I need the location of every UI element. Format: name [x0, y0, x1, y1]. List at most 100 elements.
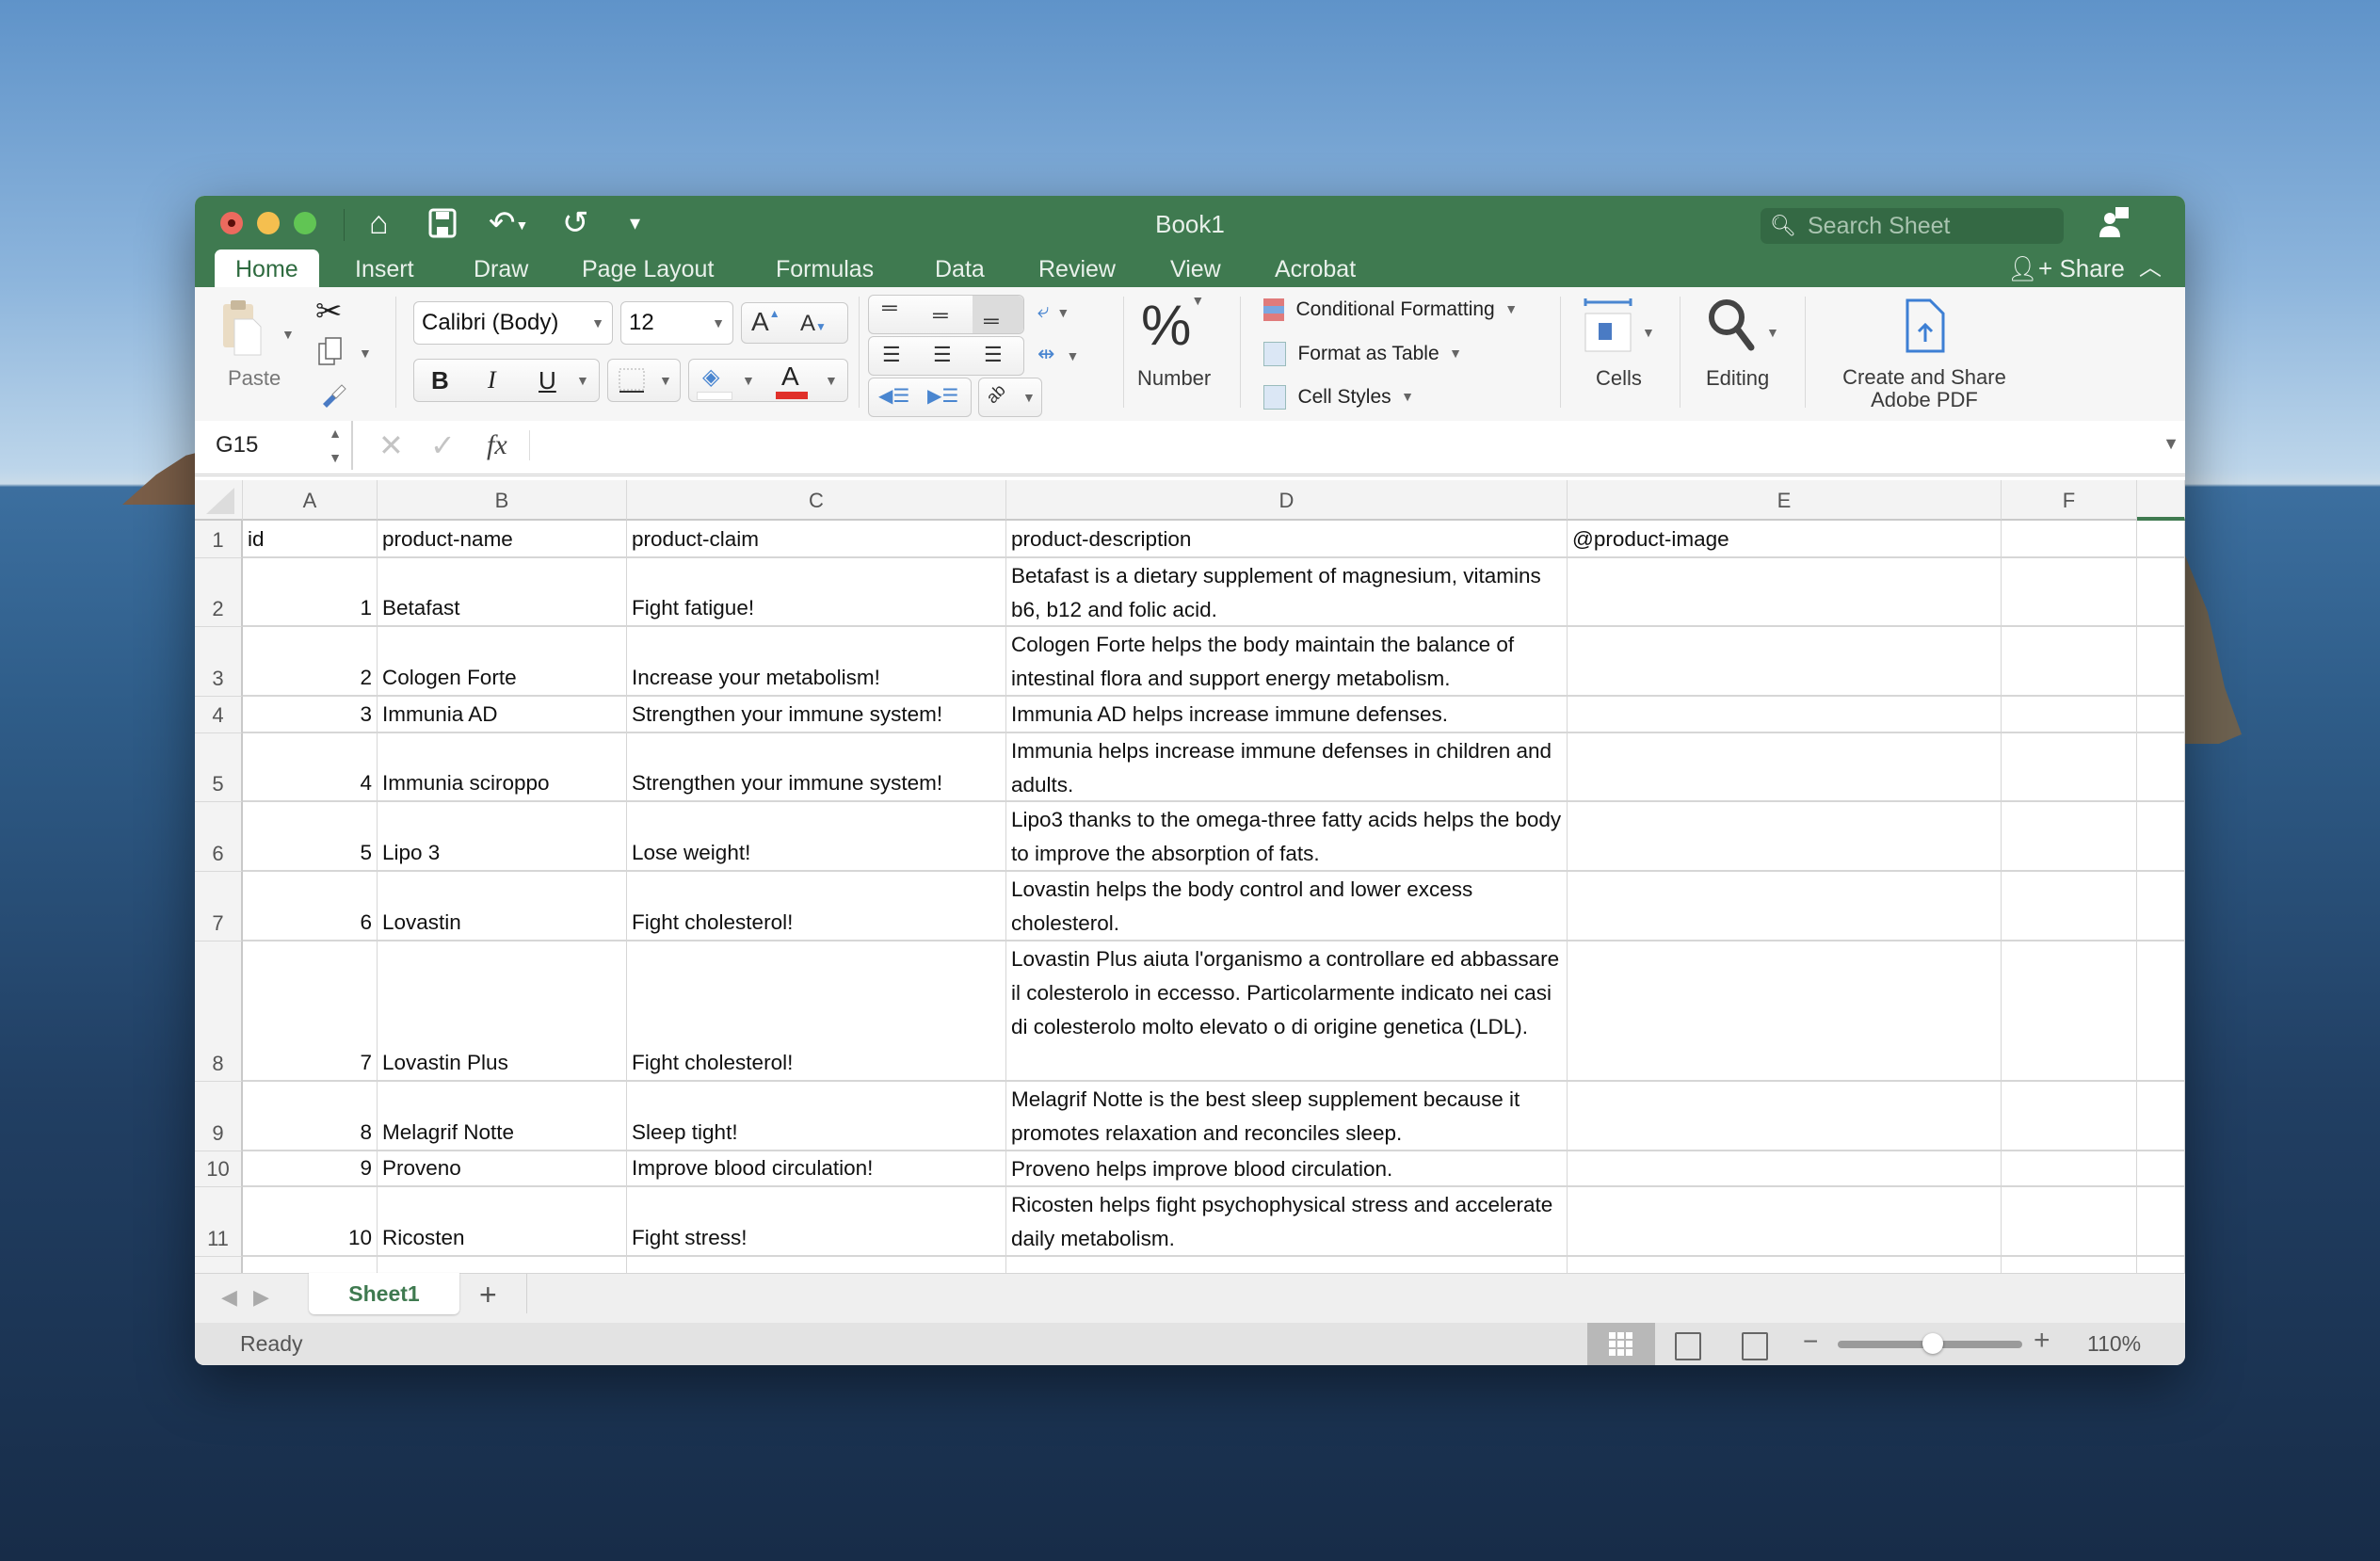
italic-button[interactable]: I: [488, 366, 496, 394]
row-header-6[interactable]: 6: [195, 802, 243, 872]
decrease-indent-button[interactable]: ◀☰: [878, 384, 909, 408]
header-cell[interactable]: id: [243, 521, 378, 558]
cell-claim[interactable]: Fight cholesterol!: [627, 941, 1006, 1082]
cut-icon[interactable]: ✂: [315, 293, 343, 330]
cell[interactable]: [1568, 1151, 2002, 1187]
cell[interactable]: [1568, 558, 2002, 627]
cell[interactable]: [2002, 941, 2137, 1082]
cell-claim[interactable]: Fight fatigue!: [627, 558, 1006, 627]
underline-button[interactable]: U: [539, 366, 556, 395]
previous-sheet-icon[interactable]: ◀: [221, 1285, 237, 1310]
cell[interactable]: [2002, 521, 2137, 558]
increase-indent-button[interactable]: ▶☰: [927, 384, 958, 408]
column-header-f[interactable]: F: [2002, 480, 2137, 521]
cell-claim[interactable]: Fight stress!: [627, 1187, 1006, 1257]
cells-button[interactable]: ▼: [1582, 297, 1655, 360]
fill-color-dropdown-icon[interactable]: ▼: [742, 373, 755, 388]
cell-desc[interactable]: Melagrif Notte is the best sleep supplem…: [1006, 1082, 1568, 1151]
cell[interactable]: [2137, 941, 2185, 1082]
cell-name[interactable]: Immunia AD: [378, 697, 627, 733]
font-color-button[interactable]: A: [781, 362, 799, 392]
cell-styles-button[interactable]: Cell Styles ▼: [1263, 385, 1414, 410]
cell-id[interactable]: 6: [243, 872, 378, 941]
font-name-dropdown[interactable]: Calibri (Body) ▼: [413, 301, 613, 345]
cell[interactable]: [1568, 1082, 2002, 1151]
cell-name[interactable]: Betafast: [378, 558, 627, 627]
cell[interactable]: [2002, 1187, 2137, 1257]
tab-formulas[interactable]: Formulas: [776, 249, 874, 287]
row-header-5[interactable]: 5: [195, 733, 243, 802]
row-header-[interactable]: [195, 1257, 243, 1273]
formula-input[interactable]: [539, 425, 2092, 466]
tab-insert[interactable]: Insert: [355, 249, 414, 287]
cell[interactable]: [1568, 733, 2002, 802]
format-as-table-button[interactable]: Format as Table ▼: [1263, 342, 1462, 366]
paste-dropdown-icon[interactable]: ▼: [281, 327, 295, 342]
cell[interactable]: [2002, 733, 2137, 802]
font-size-dropdown[interactable]: 12 ▼: [620, 301, 733, 345]
column-header-g[interactable]: [2137, 480, 2185, 521]
cell[interactable]: [2137, 521, 2185, 558]
conditional-formatting-button[interactable]: Conditional Formatting ▼: [1263, 298, 1518, 321]
cell[interactable]: [2137, 1151, 2185, 1187]
align-left-button[interactable]: ☰: [882, 343, 901, 367]
tab-review[interactable]: Review: [1038, 249, 1116, 287]
row-header-11[interactable]: 11: [195, 1187, 243, 1257]
cell-desc[interactable]: Lovastin helps the body control and lowe…: [1006, 872, 1568, 941]
copy-icon[interactable]: [317, 336, 344, 371]
cell[interactable]: [378, 1257, 627, 1273]
cell[interactable]: [2137, 697, 2185, 733]
decrease-font-size-button[interactable]: A▼: [800, 311, 827, 337]
header-cell[interactable]: @product-image: [1568, 521, 2002, 558]
cell-desc[interactable]: Betafast is a dietary supplement of magn…: [1006, 558, 1568, 627]
align-middle-button[interactable]: ═: [933, 303, 948, 328]
page-layout-view-button[interactable]: [1675, 1332, 1701, 1360]
sheet-tab-sheet1[interactable]: Sheet1: [309, 1273, 459, 1314]
cell[interactable]: [2002, 627, 2137, 697]
zoom-out-button[interactable]: −: [1803, 1327, 1818, 1357]
cell[interactable]: [2137, 872, 2185, 941]
cell[interactable]: [1568, 1187, 2002, 1257]
cell-desc[interactable]: Lipo3 thanks to the omega-three fatty ac…: [1006, 802, 1568, 872]
cell-id[interactable]: 10: [243, 1187, 378, 1257]
cancel-icon[interactable]: ✕: [378, 421, 404, 470]
add-sheet-button[interactable]: +: [479, 1278, 497, 1312]
orientation-button[interactable]: ab ▼: [978, 378, 1042, 417]
name-box-stepper-icon[interactable]: ▲ ▼: [329, 421, 342, 470]
cell[interactable]: [1568, 941, 2002, 1082]
cell[interactable]: [2137, 1187, 2185, 1257]
header-cell[interactable]: product-description: [1006, 521, 1568, 558]
page-break-view-button[interactable]: [1742, 1332, 1768, 1360]
normal-view-button[interactable]: [1587, 1323, 1655, 1365]
cell-name[interactable]: Lovastin Plus: [378, 941, 627, 1082]
create-pdf-icon[interactable]: [1904, 297, 1947, 360]
cell[interactable]: [2137, 627, 2185, 697]
select-all-corner[interactable]: [195, 480, 243, 521]
cell-name[interactable]: Immunia sciroppo: [378, 733, 627, 802]
cell[interactable]: [2137, 1257, 2185, 1273]
search-sheet-field[interactable]: 🔍︎ Search Sheet: [1761, 208, 2064, 244]
collapse-ribbon-icon[interactable]: ︿: [2139, 249, 2162, 287]
cell-id[interactable]: 8: [243, 1082, 378, 1151]
paste-button[interactable]: [221, 298, 263, 362]
cell-desc[interactable]: Immunia helps increase immune defenses i…: [1006, 733, 1568, 802]
cell-name[interactable]: Lovastin: [378, 872, 627, 941]
cell-id[interactable]: 7: [243, 941, 378, 1082]
cell-claim[interactable]: Sleep tight!: [627, 1082, 1006, 1151]
number-format-button[interactable]: %▼: [1141, 293, 1204, 358]
format-painter-icon[interactable]: [319, 381, 347, 414]
cell[interactable]: [2137, 1082, 2185, 1151]
cell[interactable]: [1568, 1257, 2002, 1273]
cell[interactable]: [1568, 697, 2002, 733]
cell-id[interactable]: 9: [243, 1151, 378, 1187]
cell-id[interactable]: 4: [243, 733, 378, 802]
cell-claim[interactable]: Improve blood circulation!: [627, 1151, 1006, 1187]
insert-function-button[interactable]: fx: [487, 421, 507, 470]
create-pdf-label[interactable]: Create and Share Adobe PDF: [1821, 366, 2028, 411]
cell-claim[interactable]: Strengthen your immune system!: [627, 697, 1006, 733]
cell[interactable]: [2002, 1151, 2137, 1187]
cell[interactable]: [2002, 1082, 2137, 1151]
align-center-button[interactable]: ☰: [933, 343, 952, 367]
bold-button[interactable]: B: [431, 366, 449, 395]
underline-dropdown-icon[interactable]: ▼: [576, 373, 589, 388]
